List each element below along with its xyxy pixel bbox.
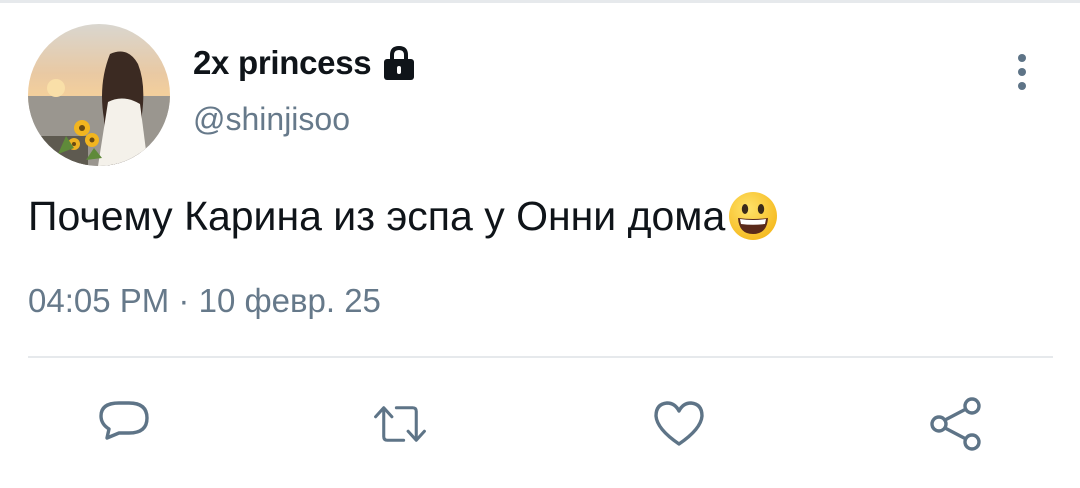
tweet-date: 10 февр. 25 bbox=[198, 282, 381, 319]
avatar[interactable] bbox=[28, 24, 170, 166]
retweet-icon bbox=[374, 406, 426, 442]
divider bbox=[28, 356, 1053, 358]
smiling-face-emoji bbox=[729, 192, 778, 240]
heart-icon bbox=[654, 401, 704, 446]
share-button[interactable] bbox=[928, 396, 984, 452]
top-divider bbox=[0, 0, 1080, 3]
handle[interactable]: @shinjisoo bbox=[193, 101, 350, 138]
reply-button[interactable] bbox=[96, 396, 152, 452]
avatar-image bbox=[28, 24, 170, 166]
tweet-timestamp[interactable]: 04:05 PM · 10 февр. 25 bbox=[28, 282, 381, 320]
like-button[interactable] bbox=[651, 396, 707, 452]
lock-icon bbox=[384, 45, 415, 80]
retweet-button[interactable] bbox=[372, 396, 428, 452]
reply-icon bbox=[99, 401, 149, 440]
meta-separator: · bbox=[178, 282, 199, 319]
tweet-text: Почему Карина из эспа у Онни дома bbox=[28, 190, 779, 242]
more-vertical-icon bbox=[1018, 54, 1026, 90]
tweet-time: 04:05 PM bbox=[28, 282, 170, 319]
tweet-text-content: Почему Карина из эспа у Онни дома bbox=[28, 192, 726, 239]
more-options-button[interactable] bbox=[1004, 50, 1040, 94]
tweet-detail: 2x princess @shinjisoo Почему Карина из … bbox=[0, 0, 1080, 488]
share-icon bbox=[930, 397, 981, 451]
author-name-row: 2x princess bbox=[193, 40, 417, 86]
display-name[interactable]: 2x princess bbox=[193, 44, 372, 82]
